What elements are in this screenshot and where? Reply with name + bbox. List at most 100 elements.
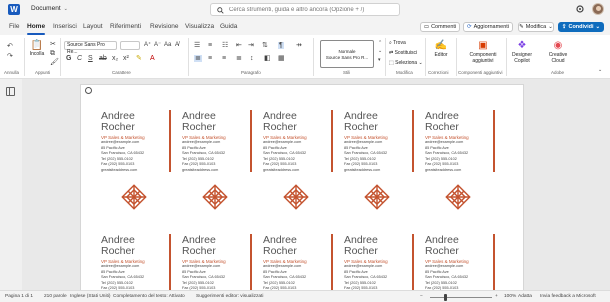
designer-button[interactable]: ❖ Designer Copilot bbox=[508, 40, 536, 64]
card-accent-bar bbox=[493, 110, 495, 172]
subscript-icon[interactable]: x₂ bbox=[112, 55, 118, 62]
shrink-font-icon[interactable]: A⁻ bbox=[154, 42, 161, 48]
card-accent-bar bbox=[331, 234, 333, 293]
language-indicator[interactable]: Inglese (Stati Uniti) bbox=[70, 294, 111, 299]
cut-icon[interactable]: ✂ bbox=[50, 41, 56, 48]
page-count[interactable]: Pagina 1 di 1 bbox=[5, 294, 33, 299]
feedback-link[interactable]: Invia feedback a Microsoft bbox=[540, 294, 596, 299]
align-center-icon[interactable]: ≡ bbox=[208, 55, 212, 62]
ribbon-divider bbox=[425, 38, 426, 76]
superscript-icon[interactable]: x² bbox=[123, 55, 129, 62]
tab-review[interactable]: Revisione bbox=[150, 23, 179, 30]
search-input[interactable] bbox=[229, 5, 397, 15]
business-card: Andree Rocher VP Sales & Marketing andree@e… bbox=[344, 235, 428, 294]
paste-button[interactable]: 📋 Incolla bbox=[27, 40, 47, 57]
zoom-slider-thumb[interactable] bbox=[444, 294, 447, 301]
tab-layout[interactable]: Layout bbox=[83, 23, 103, 30]
editor-button[interactable]: ✍ Editor bbox=[428, 40, 454, 58]
avatar[interactable] bbox=[592, 3, 604, 15]
line-spacing-icon[interactable]: ↕ bbox=[250, 55, 254, 62]
card-last-name: Rocher bbox=[101, 245, 135, 257]
fit-button[interactable]: Adatta bbox=[518, 294, 532, 299]
comments-button[interactable]: ▭ Commenti bbox=[420, 22, 460, 32]
clear-formatting-icon[interactable]: A̸ bbox=[175, 42, 179, 48]
find-button[interactable]: ⌕ Trova bbox=[389, 40, 406, 46]
font-name-select[interactable]: Source Sans Pro Re... bbox=[64, 41, 117, 55]
highlight-icon[interactable]: ✎ bbox=[136, 55, 142, 62]
search-box[interactable] bbox=[210, 3, 400, 16]
sync-icon: ⟳ bbox=[466, 24, 472, 30]
chevron-up-icon[interactable]: ⌃ bbox=[378, 41, 382, 46]
tab-file[interactable]: File bbox=[9, 23, 19, 30]
document-title[interactable]: Document ⌄ bbox=[31, 5, 68, 12]
company-logo-icon bbox=[121, 184, 147, 210]
card-accent-bar bbox=[331, 110, 333, 172]
grow-font-icon[interactable]: A⁺ bbox=[144, 42, 151, 48]
document-page[interactable]: Andree Rocher VP Sales & Marketing andree@e… bbox=[80, 84, 524, 294]
tab-insert[interactable]: Inserisci bbox=[53, 23, 77, 30]
strikethrough-icon[interactable]: ab bbox=[99, 55, 107, 62]
zoom-level[interactable]: 100% bbox=[504, 294, 516, 299]
shading-icon[interactable]: ◧ bbox=[264, 55, 271, 62]
edit-mode-button[interactable]: ✎ Modifica ⌄ bbox=[518, 22, 554, 32]
change-case-icon[interactable]: Aa bbox=[164, 42, 171, 48]
replace-button[interactable]: ⇄ Sostituisci bbox=[389, 50, 417, 56]
ribbon-divider bbox=[60, 38, 61, 76]
numbering-icon[interactable]: ≡ bbox=[208, 42, 212, 49]
borders-icon[interactable]: ▦ bbox=[278, 55, 285, 62]
word-count[interactable]: 210 parole bbox=[44, 294, 67, 299]
underline-icon[interactable]: S bbox=[88, 55, 93, 62]
group-label-clipboard: Appunti bbox=[35, 70, 51, 75]
word-logo-icon[interactable]: W bbox=[8, 4, 20, 15]
zoom-in-icon[interactable]: + bbox=[495, 294, 498, 299]
justify-icon[interactable]: ≣ bbox=[236, 55, 242, 62]
multilevel-list-icon[interactable]: ☷ bbox=[222, 42, 228, 49]
clipboard-icon: 📋 bbox=[30, 40, 44, 51]
increase-indent-icon[interactable]: ⇥ bbox=[248, 42, 254, 49]
copy-icon[interactable]: ⧉ bbox=[50, 50, 55, 57]
card-last-name: Rocher bbox=[344, 121, 378, 133]
bullets-icon[interactable]: ☰ bbox=[194, 42, 200, 49]
sort-icon[interactable]: ⇅ bbox=[262, 42, 268, 49]
format-painter-icon[interactable]: 🖌 bbox=[50, 59, 59, 66]
redo-icon[interactable]: ↷ bbox=[7, 53, 13, 60]
ribbon-divider bbox=[313, 38, 314, 76]
card-last-name: Rocher bbox=[263, 245, 297, 257]
tab-home[interactable]: Home bbox=[27, 23, 46, 35]
decrease-indent-icon[interactable]: ⇤ bbox=[236, 42, 242, 49]
bold-icon[interactable]: G bbox=[66, 55, 71, 62]
style-gallery-normal[interactable]: Normale Source Sans Pro R... bbox=[320, 40, 374, 68]
creative-cloud-button[interactable]: ◉ Creative Cloud bbox=[540, 40, 576, 64]
chevron-down-icon: ⌄ bbox=[548, 24, 553, 30]
chevron-down-icon: ⌄ bbox=[595, 24, 601, 30]
italic-icon[interactable]: C bbox=[77, 55, 82, 62]
font-color-icon[interactable]: A bbox=[150, 55, 155, 62]
editor-suggestions[interactable]: Suggerimenti editor: visualizzati bbox=[196, 294, 263, 299]
share-button[interactable]: ⇪ Condividi ⌄ bbox=[558, 22, 604, 32]
font-size-select[interactable] bbox=[120, 41, 140, 50]
zoom-slider-track[interactable] bbox=[430, 297, 492, 298]
styles-expand-icon[interactable]: ▾ bbox=[378, 58, 381, 63]
ltr-icon[interactable]: ⇸ bbox=[296, 42, 302, 49]
catchup-button[interactable]: ⟳ Aggiornamenti bbox=[463, 22, 513, 32]
navigation-pane-icon[interactable] bbox=[6, 87, 15, 96]
ribbon-collapse-icon[interactable]: ⌄ bbox=[598, 68, 602, 73]
search-icon bbox=[217, 7, 224, 14]
addins-button[interactable]: ▣ Componenti aggiuntivi bbox=[462, 40, 504, 64]
business-card: Andree Rocher VP Sales & Marketing andree@e… bbox=[263, 111, 347, 173]
card-last-name: Rocher bbox=[182, 121, 216, 133]
tab-view[interactable]: Visualizza bbox=[185, 23, 214, 30]
tab-help[interactable]: Guida bbox=[220, 23, 237, 30]
select-button[interactable]: ⬚ Seleziona ⌄ bbox=[389, 60, 423, 66]
editor-icon: ✍ bbox=[434, 40, 448, 51]
tab-references[interactable]: Riferimenti bbox=[110, 23, 141, 30]
undo-icon[interactable]: ↶ bbox=[7, 43, 13, 50]
align-right-icon[interactable]: ≡ bbox=[222, 55, 226, 62]
title-bar: W Document ⌄ bbox=[0, 0, 610, 19]
gear-icon[interactable] bbox=[575, 4, 585, 14]
zoom-out-icon[interactable]: − bbox=[420, 294, 423, 299]
chevron-down-icon[interactable]: ⌄ bbox=[378, 49, 382, 54]
show-marks-icon[interactable]: ¶ bbox=[278, 42, 284, 49]
text-predictions[interactable]: Completamento del testo: Attivato bbox=[113, 294, 185, 299]
align-left-icon[interactable]: ≣ bbox=[194, 55, 202, 62]
